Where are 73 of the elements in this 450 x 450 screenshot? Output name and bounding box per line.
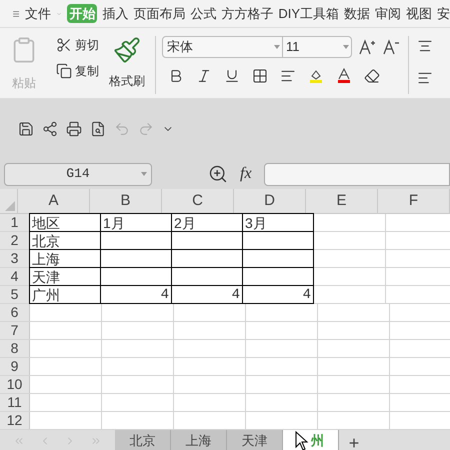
cursor-icon [295, 431, 309, 450]
printer-icon[interactable] [66, 121, 82, 137]
column-header[interactable]: E [306, 189, 378, 213]
zoom-icon[interactable] [208, 164, 228, 184]
column-header[interactable]: C [162, 189, 234, 213]
menu-tab[interactable]: 页面布局 [133, 4, 186, 24]
table-cell: 广州 [29, 285, 101, 304]
sheet-tab[interactable]: 天津 [227, 430, 283, 450]
function-button[interactable]: fx [240, 162, 252, 186]
column-header[interactable]: B [90, 189, 162, 213]
cut-button[interactable]: 剪切 [56, 36, 99, 54]
fill-color-icon[interactable] [308, 68, 324, 84]
copy-icon [56, 63, 72, 79]
column-header[interactable]: D [234, 189, 306, 213]
menu-tab[interactable]: 方方格子 [221, 4, 274, 24]
menu-tab[interactable]: 视图 [406, 4, 432, 24]
grow-font-icon[interactable] [358, 39, 376, 55]
row-header[interactable]: 10 [0, 376, 30, 393]
underline-icon[interactable] [224, 68, 240, 84]
formula-input[interactable] [264, 162, 450, 186]
table-cell: 3月 [242, 213, 314, 232]
name-box[interactable]: G14 [4, 162, 152, 186]
row-header[interactable]: 12 [0, 412, 30, 429]
menu-tab[interactable]: 安 [437, 4, 450, 24]
menu-tab[interactable]: 审阅 [375, 4, 401, 24]
add-sheet-button[interactable]: + [339, 430, 369, 450]
copy-button[interactable]: 复制 [56, 62, 99, 80]
row-header[interactable]: 7 [0, 322, 30, 339]
row-header[interactable]: 9 [0, 358, 30, 375]
table-cell: 北京 [29, 231, 101, 250]
caret-icon [274, 45, 280, 49]
menu-tab[interactable]: 数据 [344, 4, 370, 24]
shrink-font-icon[interactable] [382, 39, 400, 55]
table-cell: 地区 [29, 213, 101, 232]
caret-icon [141, 172, 147, 176]
table-cell: 天津 [29, 267, 101, 286]
paintbrush-icon[interactable] [113, 36, 141, 64]
row-header[interactable]: 8 [0, 340, 30, 357]
table-cell: 1月 [100, 213, 172, 232]
italic-icon[interactable] [196, 68, 212, 84]
column-header[interactable]: A [18, 189, 90, 213]
save-icon[interactable] [18, 121, 34, 137]
align-left-icon[interactable] [417, 70, 433, 86]
menu-tab[interactable]: 文件 [25, 4, 52, 24]
share-icon[interactable] [42, 121, 58, 137]
row-header[interactable]: 1 [0, 214, 30, 231]
column-header[interactable]: F [378, 189, 450, 213]
align-center-icon[interactable] [417, 38, 433, 54]
menu-tab[interactable]: 公式 [190, 4, 216, 24]
print-preview-icon[interactable] [90, 121, 106, 137]
table-cell: 4 [242, 285, 314, 304]
table-cell [242, 249, 314, 268]
row-header[interactable]: 5 [0, 286, 30, 303]
menu-tab[interactable]: 插入 [102, 4, 128, 24]
border-icon[interactable] [252, 68, 268, 84]
row-header[interactable]: 6 [0, 304, 30, 321]
font-color-icon[interactable] [336, 68, 352, 84]
row-header[interactable]: 3 [0, 250, 30, 267]
row-header[interactable]: 11 [0, 394, 30, 411]
table-cell [242, 231, 314, 250]
row-header[interactable]: 2 [0, 232, 30, 249]
sheet-tab[interactable]: 上海 [171, 430, 227, 450]
menu-tab[interactable]: DIY工具箱 [278, 4, 339, 24]
row-header[interactable]: 4 [0, 268, 30, 285]
caret-icon [343, 45, 349, 49]
font-name-dropdown[interactable]: 宋体 11 [162, 36, 352, 58]
scissors-icon [56, 37, 72, 53]
table-cell: 上海 [29, 249, 101, 268]
sheet-tab[interactable]: 北京 [115, 430, 171, 450]
table-cell: 2月 [171, 213, 243, 232]
table-cell [242, 267, 314, 286]
format-painter-button[interactable]: 格式刷 [109, 72, 145, 90]
eraser-icon[interactable] [364, 68, 380, 84]
